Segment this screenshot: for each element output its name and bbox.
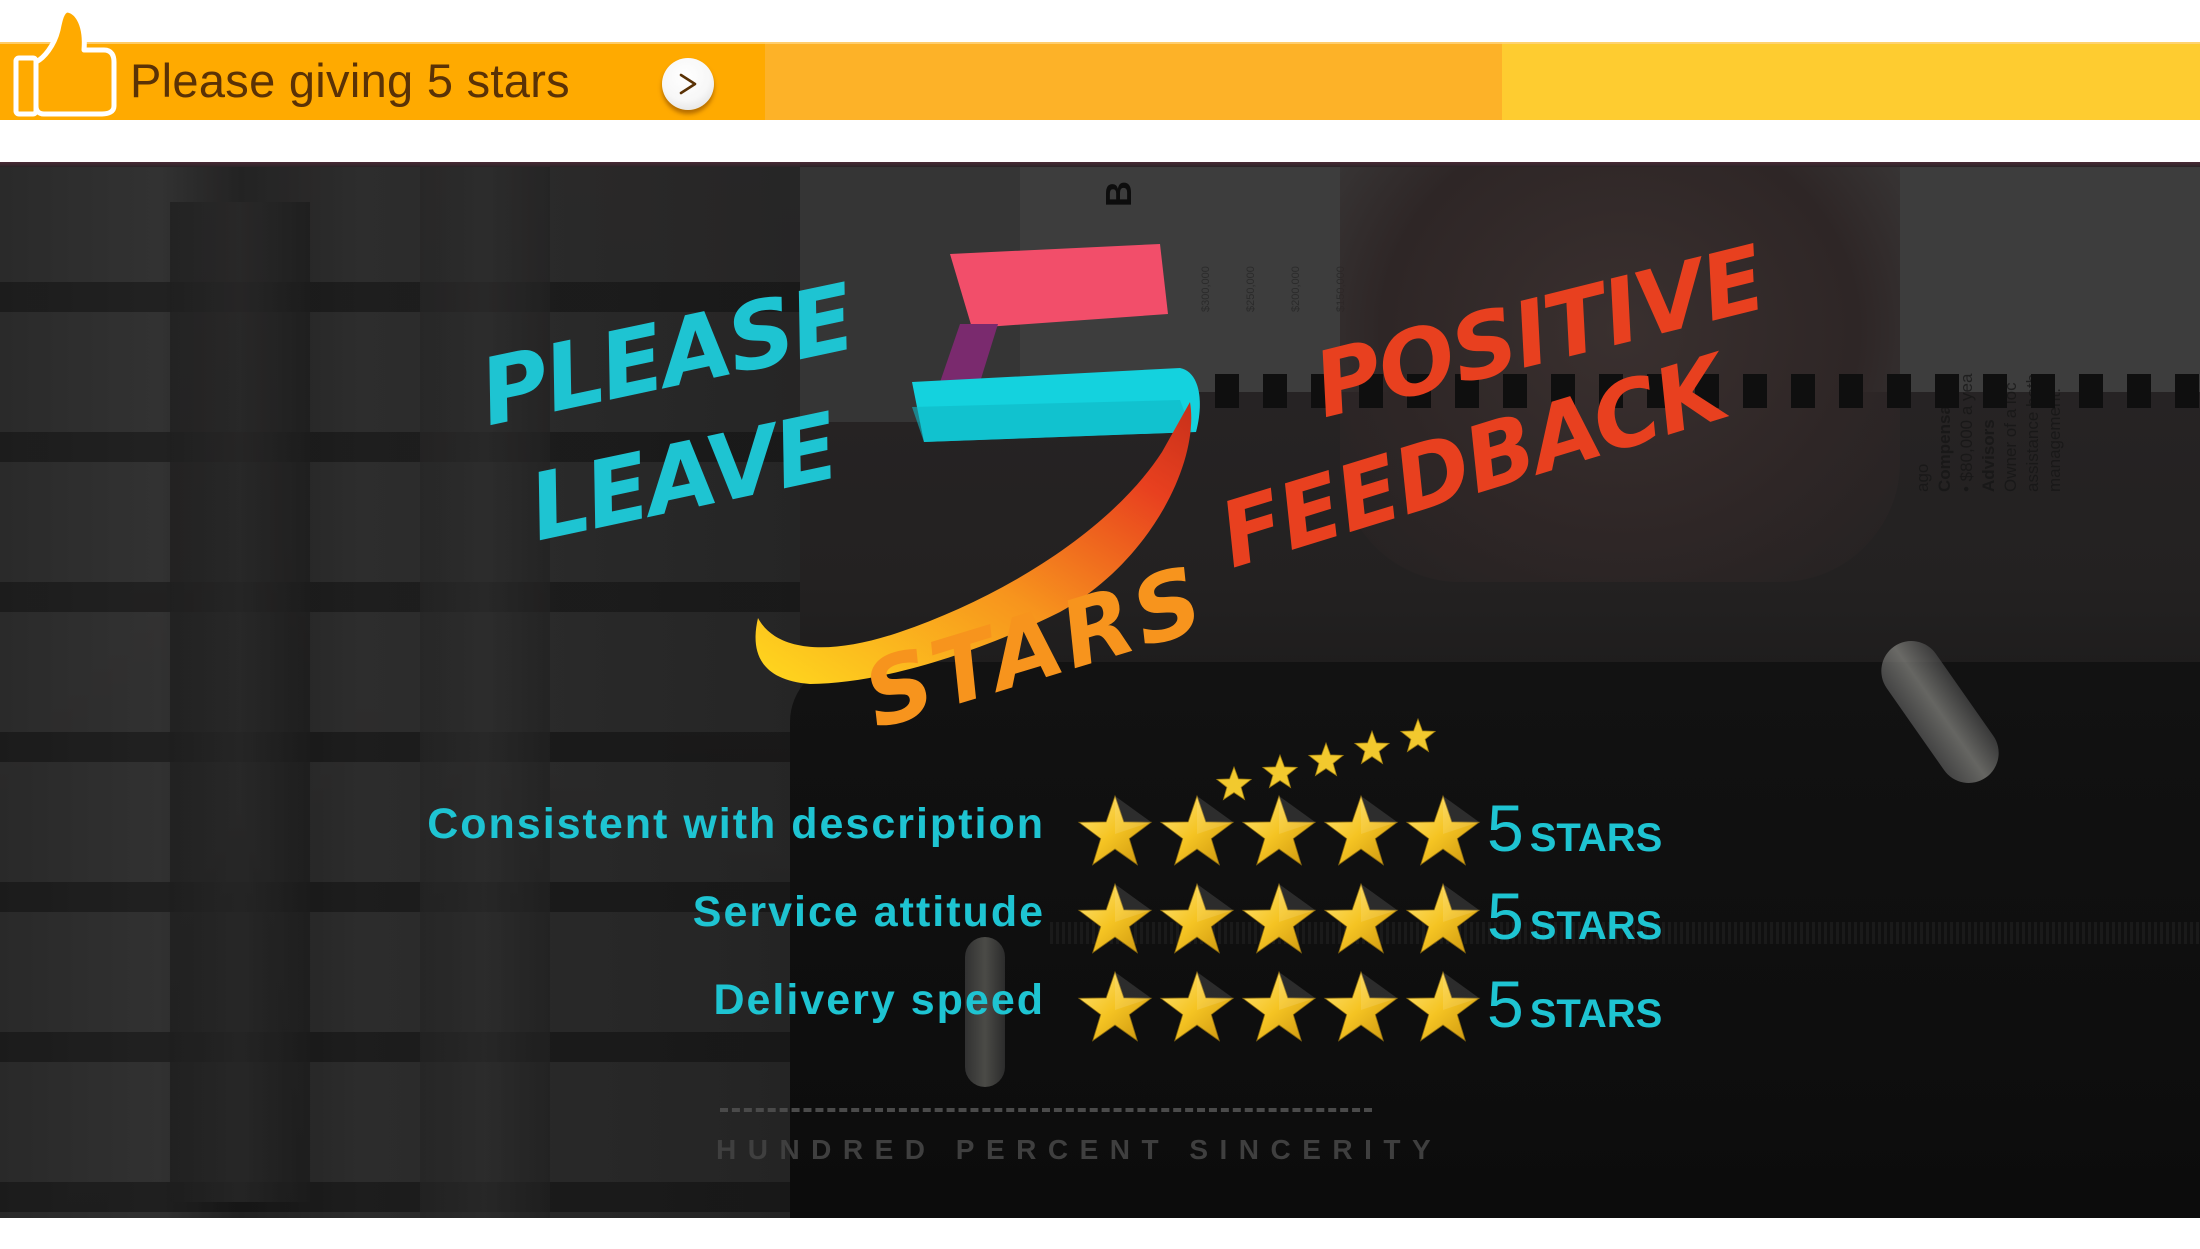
- star-icon[interactable]: [1157, 880, 1237, 960]
- divider-dashed: [720, 1108, 1372, 1112]
- star-icon[interactable]: [1157, 792, 1237, 872]
- headline-graphic: PLEASE LEAVE STARS POSITIVE FEEDBACK: [0, 162, 2200, 801]
- chevron-right-icon: [679, 73, 697, 95]
- star-icon[interactable]: [1075, 880, 1155, 960]
- decorative-star-icon: [1261, 753, 1299, 789]
- rating-label: Consistent with description: [427, 800, 1045, 848]
- thumbs-up-icon: [13, 7, 117, 117]
- star-icon[interactable]: [1075, 792, 1155, 872]
- banner-segment-right: [1502, 42, 2200, 120]
- star-icon[interactable]: [1239, 792, 1319, 872]
- next-button[interactable]: [662, 58, 714, 110]
- star-icon[interactable]: [1403, 968, 1483, 1048]
- star-rating[interactable]: [1075, 880, 1485, 960]
- star-icon[interactable]: [1403, 880, 1483, 960]
- rating-label: Service attitude: [692, 888, 1045, 936]
- banner-segment-middle: [765, 42, 1502, 120]
- rating-value: 5 STARS: [1487, 967, 1663, 1041]
- rating-value: 5 STARS: [1487, 879, 1663, 953]
- star-icon[interactable]: [1321, 880, 1401, 960]
- star-icon[interactable]: [1239, 880, 1319, 960]
- rating-label: Delivery speed: [713, 976, 1045, 1024]
- banner-highlight: [0, 42, 2200, 44]
- star-icon[interactable]: [1321, 968, 1401, 1048]
- star-icon[interactable]: [1321, 792, 1401, 872]
- rating-value: 5 STARS: [1487, 791, 1663, 865]
- star-icon[interactable]: [1075, 968, 1155, 1048]
- star-icon[interactable]: [1403, 792, 1483, 872]
- rating-row-delivery: Delivery speed 5 STARS: [0, 967, 2200, 1048]
- banner-text: Please giving 5 stars: [130, 54, 570, 107]
- decorative-star-icon: [1307, 741, 1345, 777]
- decorative-star-icon: [1399, 717, 1437, 753]
- rating-row-description: Consistent with description 5 STARS: [0, 791, 2200, 872]
- rating-row-service: Service attitude 5 STARS: [0, 879, 2200, 960]
- decorative-star-icon: [1353, 729, 1391, 765]
- star-rating[interactable]: [1075, 968, 1485, 1048]
- feedback-hero-panel: B $300,000 $250,000 $200,000 $150,000 ag…: [0, 162, 2200, 1218]
- footer-tagline: HUNDRED PERCENT SINCERITY: [716, 1134, 1443, 1165]
- promo-banner: Please giving 5 stars: [0, 7, 2200, 120]
- star-icon[interactable]: [1239, 968, 1319, 1048]
- star-icon[interactable]: [1157, 968, 1237, 1048]
- star-rating[interactable]: [1075, 792, 1485, 872]
